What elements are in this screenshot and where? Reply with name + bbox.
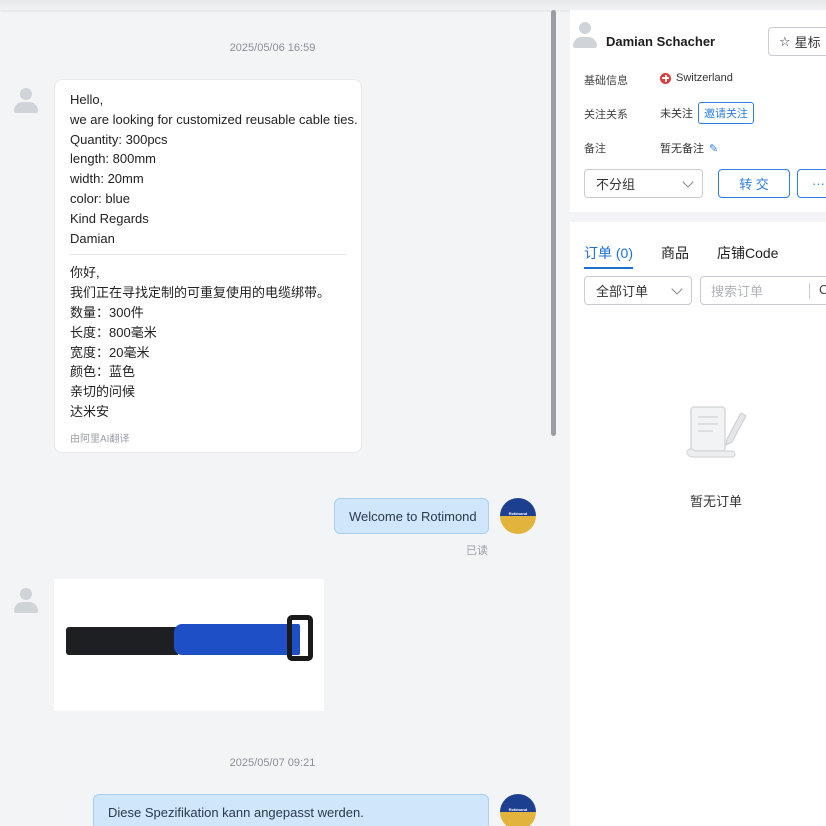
follow-value: 未关注 邀请关注 [660,102,754,124]
translated-line: 你好, [70,265,100,281]
message-line: width: 20mm [70,171,144,187]
message-text: Diese Spezifikation kann angepasst werde… [108,804,364,820]
message-timestamp: 2025/05/07 09:21 [229,757,316,769]
brand-avatar-text: Rotimond [508,807,528,812]
contact-avatar-icon [12,586,40,614]
outgoing-message-bubble[interactable]: Welcome to Rotimond [334,498,489,534]
translated-line: 颜色：蓝色 [70,364,136,380]
incoming-message-bubble[interactable]: Hello, we are looking for customized reu… [54,79,362,453]
empty-orders-text: 暂无订单 [689,494,742,509]
order-tabs: 订单 (0) 商品 店铺Code [584,243,778,269]
chevron-down-icon [671,283,683,295]
more-button[interactable]: ··· [797,169,826,198]
strap-black-part [66,627,178,655]
group-select-value: 不分组 [596,177,636,192]
translation-note: 由阿里AI翻译 [70,433,130,445]
message-line: Kind Regards [70,210,149,226]
country-name: Switzerland [676,72,733,84]
brand-avatar: Rotimond [500,794,536,826]
customer-side-panel: Damian Schacher ☆ 星标 基础信息 Switzerland 关注… [570,10,826,826]
swiss-flag-icon [660,72,671,84]
empty-orders-icon [686,406,747,458]
translated-line: 长度：800毫米 [70,324,157,340]
brand-avatar: Rotimond [500,498,536,534]
translation-divider [70,254,346,256]
product-image[interactable] [54,579,324,711]
strap-blue-part [174,624,300,655]
order-filter-select[interactable]: 全部订单 [584,276,692,305]
group-select[interactable]: 不分组 [584,169,703,198]
star-label: 星标 [794,35,821,50]
brand-avatar-text: Rotimond [508,511,528,516]
message-line: Quantity: 300pcs [70,131,168,147]
tab-products[interactable]: 商品 [661,243,689,269]
order-filter-value: 全部订单 [596,284,649,299]
translated-line: 我们正在寻找定制的可重复使用的电缆绑带。 [70,285,331,301]
translated-line: 亲切的问候 [70,384,136,400]
message-line: color: blue [70,190,130,206]
outgoing-message-bubble[interactable]: Diese Spezifikation kann angepasst werde… [93,794,489,826]
profile-card: Damian Schacher ☆ 星标 基础信息 Switzerland 关注… [570,10,826,212]
message-timestamp: 2025/05/06 16:59 [229,42,316,54]
message-line: we are looking for customized reusable c… [70,111,358,127]
follow-status: 未关注 [660,108,693,120]
basic-info-label: 基础信息 [584,75,628,87]
note-label: 备注 [584,143,606,155]
tab-orders[interactable]: 订单 (0) [584,243,633,269]
message-line: length: 800mm [70,151,156,167]
message-line: Hello, [70,92,104,107]
read-status: 已读 [466,545,488,557]
message-text: Welcome to Rotimond [349,508,477,524]
transfer-button[interactable]: 转 交 [718,169,790,198]
contact-avatar-icon [12,86,40,114]
star-icon: ☆ [779,33,791,49]
search-divider [809,283,810,299]
translated-line: 达米安 [70,403,110,419]
chat-scrollbar[interactable] [551,10,556,436]
panel-divider [570,212,826,222]
follow-label: 关注关系 [584,109,628,121]
search-trailing-text: C [819,282,826,297]
note-value: 暂无备注 ✎ [660,140,718,156]
note-text: 暂无备注 [660,143,704,155]
chevron-down-icon [682,176,694,188]
strap-buckle [287,615,313,661]
top-bar [0,0,826,10]
translated-line: 数量：300件 [70,304,144,320]
star-button[interactable]: ☆ 星标 [768,27,826,56]
invite-follow-button[interactable]: 邀请关注 [698,102,754,124]
edit-pencil-icon[interactable]: ✎ [709,142,718,155]
chat-pane[interactable]: 2025/05/06 16:59 Hello, we are looking f… [0,10,560,826]
search-placeholder: 搜索订单 [711,284,764,299]
contact-name: Damian Schacher [606,34,716,49]
tab-store-code[interactable]: 店铺Code [717,243,778,269]
order-search-input[interactable]: 搜索订单 C [700,276,826,305]
message-line: Damian [70,230,115,246]
contact-avatar-icon [570,20,600,50]
translated-line: 宽度：20毫米 [70,344,150,360]
country-value: Switzerland [660,72,733,84]
